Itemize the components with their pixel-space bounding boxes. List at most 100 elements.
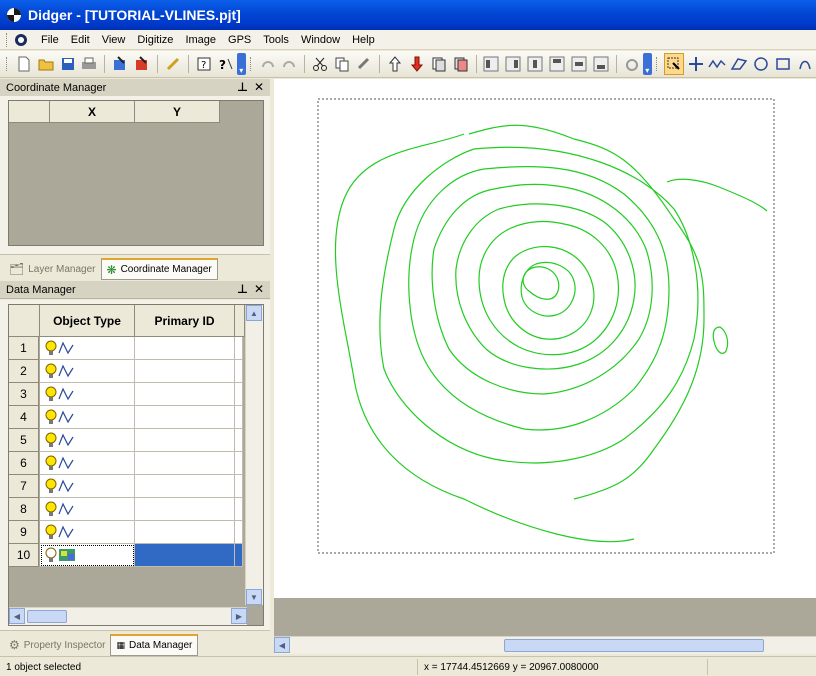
move-up-icon[interactable] bbox=[385, 53, 405, 75]
menu-file[interactable]: File bbox=[35, 34, 65, 46]
help-icon[interactable]: ? bbox=[194, 53, 214, 75]
save-icon[interactable] bbox=[58, 53, 78, 75]
visibility-bulb-icon[interactable] bbox=[44, 363, 58, 379]
table-row[interactable]: 2 bbox=[9, 360, 243, 383]
rectangle-tool-icon[interactable] bbox=[773, 53, 793, 75]
send-back-icon[interactable] bbox=[451, 53, 471, 75]
scroll-up-icon[interactable]: ▲ bbox=[246, 305, 262, 321]
context-help-icon[interactable]: ? bbox=[216, 53, 236, 75]
visibility-bulb-icon[interactable] bbox=[44, 340, 58, 356]
table-row[interactable]: 8 bbox=[9, 498, 243, 521]
primary-id-cell[interactable] bbox=[135, 337, 235, 360]
open-icon[interactable] bbox=[36, 53, 56, 75]
cut-icon[interactable] bbox=[310, 53, 330, 75]
menu-edit[interactable]: Edit bbox=[65, 34, 96, 46]
import-icon[interactable] bbox=[110, 53, 130, 75]
row-number[interactable]: 1 bbox=[9, 337, 39, 360]
scroll-right-icon[interactable]: ▶ bbox=[231, 608, 247, 624]
primary-id-cell[interactable] bbox=[135, 429, 235, 452]
object-type-cell[interactable] bbox=[40, 406, 135, 429]
undo-icon[interactable] bbox=[258, 53, 278, 75]
toolbar-overflow-icon-2[interactable]: ▾ bbox=[642, 53, 652, 75]
column-header-x[interactable]: X bbox=[50, 101, 135, 123]
copy-icon[interactable] bbox=[332, 53, 352, 75]
visibility-bulb-icon[interactable] bbox=[44, 501, 58, 517]
canvas-horizontal-scrollbar[interactable]: ◀ bbox=[274, 636, 816, 654]
data-grid-vertical-scrollbar[interactable]: ▲ ▼ bbox=[245, 305, 263, 605]
new-icon[interactable] bbox=[14, 53, 34, 75]
column-header-y[interactable]: Y bbox=[135, 101, 220, 123]
toolbar-grip-2[interactable] bbox=[249, 57, 253, 71]
object-type-cell[interactable] bbox=[40, 429, 135, 452]
visibility-bulb-icon[interactable] bbox=[44, 455, 58, 471]
table-row[interactable]: 4 bbox=[9, 406, 243, 429]
object-type-cell[interactable] bbox=[40, 452, 135, 475]
menu-tools[interactable]: Tools bbox=[257, 34, 295, 46]
row-number[interactable]: 6 bbox=[9, 452, 39, 475]
tab-data-manager[interactable]: ▦ Data Manager bbox=[110, 634, 199, 656]
visibility-bulb-icon[interactable] bbox=[44, 386, 58, 402]
row-number[interactable]: 3 bbox=[9, 383, 39, 406]
primary-id-cell[interactable] bbox=[135, 406, 235, 429]
table-row[interactable]: 10 bbox=[9, 544, 243, 567]
tab-layer-manager[interactable]: 🗂 Layer Manager bbox=[4, 258, 101, 280]
menu-view[interactable]: View bbox=[96, 34, 132, 46]
primary-id-cell[interactable] bbox=[135, 498, 235, 521]
print-icon[interactable] bbox=[80, 53, 100, 75]
row-number[interactable]: 5 bbox=[9, 429, 39, 452]
scroll-left-icon[interactable]: ◀ bbox=[9, 608, 25, 624]
column-header-primary-id[interactable]: Primary ID bbox=[135, 305, 235, 337]
table-row[interactable]: 6 bbox=[9, 452, 243, 475]
scroll-thumb[interactable] bbox=[27, 610, 67, 623]
tab-property-inspector[interactable]: ⚙ Property Inspector bbox=[4, 634, 110, 656]
point-tool-icon[interactable] bbox=[686, 53, 706, 75]
menu-digitize[interactable]: Digitize bbox=[131, 34, 179, 46]
object-type-cell[interactable] bbox=[40, 521, 135, 544]
redo-icon[interactable] bbox=[279, 53, 299, 75]
table-row[interactable]: 3 bbox=[9, 383, 243, 406]
align-center-icon[interactable] bbox=[525, 53, 545, 75]
align-left-icon[interactable] bbox=[481, 53, 501, 75]
toolbar-grip[interactable] bbox=[6, 57, 9, 71]
tab-coordinate-manager[interactable]: ❋ Coordinate Manager bbox=[100, 258, 218, 280]
rotate-icon[interactable] bbox=[622, 53, 642, 75]
scroll-left-icon[interactable]: ◀ bbox=[274, 637, 290, 653]
row-number[interactable]: 7 bbox=[9, 475, 39, 498]
menu-gps[interactable]: GPS bbox=[222, 34, 257, 46]
pin-icon[interactable]: ⊥ bbox=[237, 80, 248, 94]
visibility-bulb-icon[interactable] bbox=[44, 409, 58, 425]
primary-id-cell[interactable] bbox=[135, 475, 235, 498]
bring-front-icon[interactable] bbox=[429, 53, 449, 75]
menu-window[interactable]: Window bbox=[295, 34, 346, 46]
paste-icon[interactable] bbox=[354, 53, 374, 75]
scroll-down-icon[interactable]: ▼ bbox=[246, 589, 262, 605]
polyline-tool-icon[interactable] bbox=[708, 53, 728, 75]
data-grid-horizontal-scrollbar[interactable]: ◀ ▶ bbox=[9, 607, 247, 625]
close-icon[interactable]: ✕ bbox=[254, 80, 264, 94]
table-row[interactable]: 7 bbox=[9, 475, 243, 498]
menu-grip[interactable] bbox=[6, 32, 9, 47]
object-type-cell[interactable] bbox=[40, 475, 135, 498]
row-number[interactable]: 10 bbox=[9, 544, 39, 567]
coordinate-grid[interactable]: X Y bbox=[8, 100, 264, 246]
object-type-cell[interactable] bbox=[40, 498, 135, 521]
table-row[interactable]: 5 bbox=[9, 429, 243, 452]
align-bottom-icon[interactable] bbox=[591, 53, 611, 75]
row-number[interactable]: 8 bbox=[9, 498, 39, 521]
menu-help[interactable]: Help bbox=[346, 34, 381, 46]
scroll-thumb[interactable] bbox=[504, 639, 764, 652]
object-type-cell[interactable] bbox=[40, 360, 135, 383]
select-tool-icon[interactable] bbox=[663, 53, 684, 75]
primary-id-cell[interactable] bbox=[135, 360, 235, 383]
menu-image[interactable]: Image bbox=[179, 34, 222, 46]
table-row[interactable]: 9 bbox=[9, 521, 243, 544]
primary-id-cell[interactable] bbox=[135, 544, 235, 567]
column-header-object-type[interactable]: Object Type bbox=[40, 305, 135, 337]
row-number[interactable]: 9 bbox=[9, 521, 39, 544]
spline-tool-icon[interactable] bbox=[795, 53, 815, 75]
polygon-tool-icon[interactable] bbox=[729, 53, 749, 75]
contour-map[interactable] bbox=[274, 79, 816, 598]
primary-id-cell[interactable] bbox=[135, 383, 235, 406]
visibility-bulb-icon[interactable] bbox=[44, 432, 58, 448]
primary-id-cell[interactable] bbox=[135, 521, 235, 544]
